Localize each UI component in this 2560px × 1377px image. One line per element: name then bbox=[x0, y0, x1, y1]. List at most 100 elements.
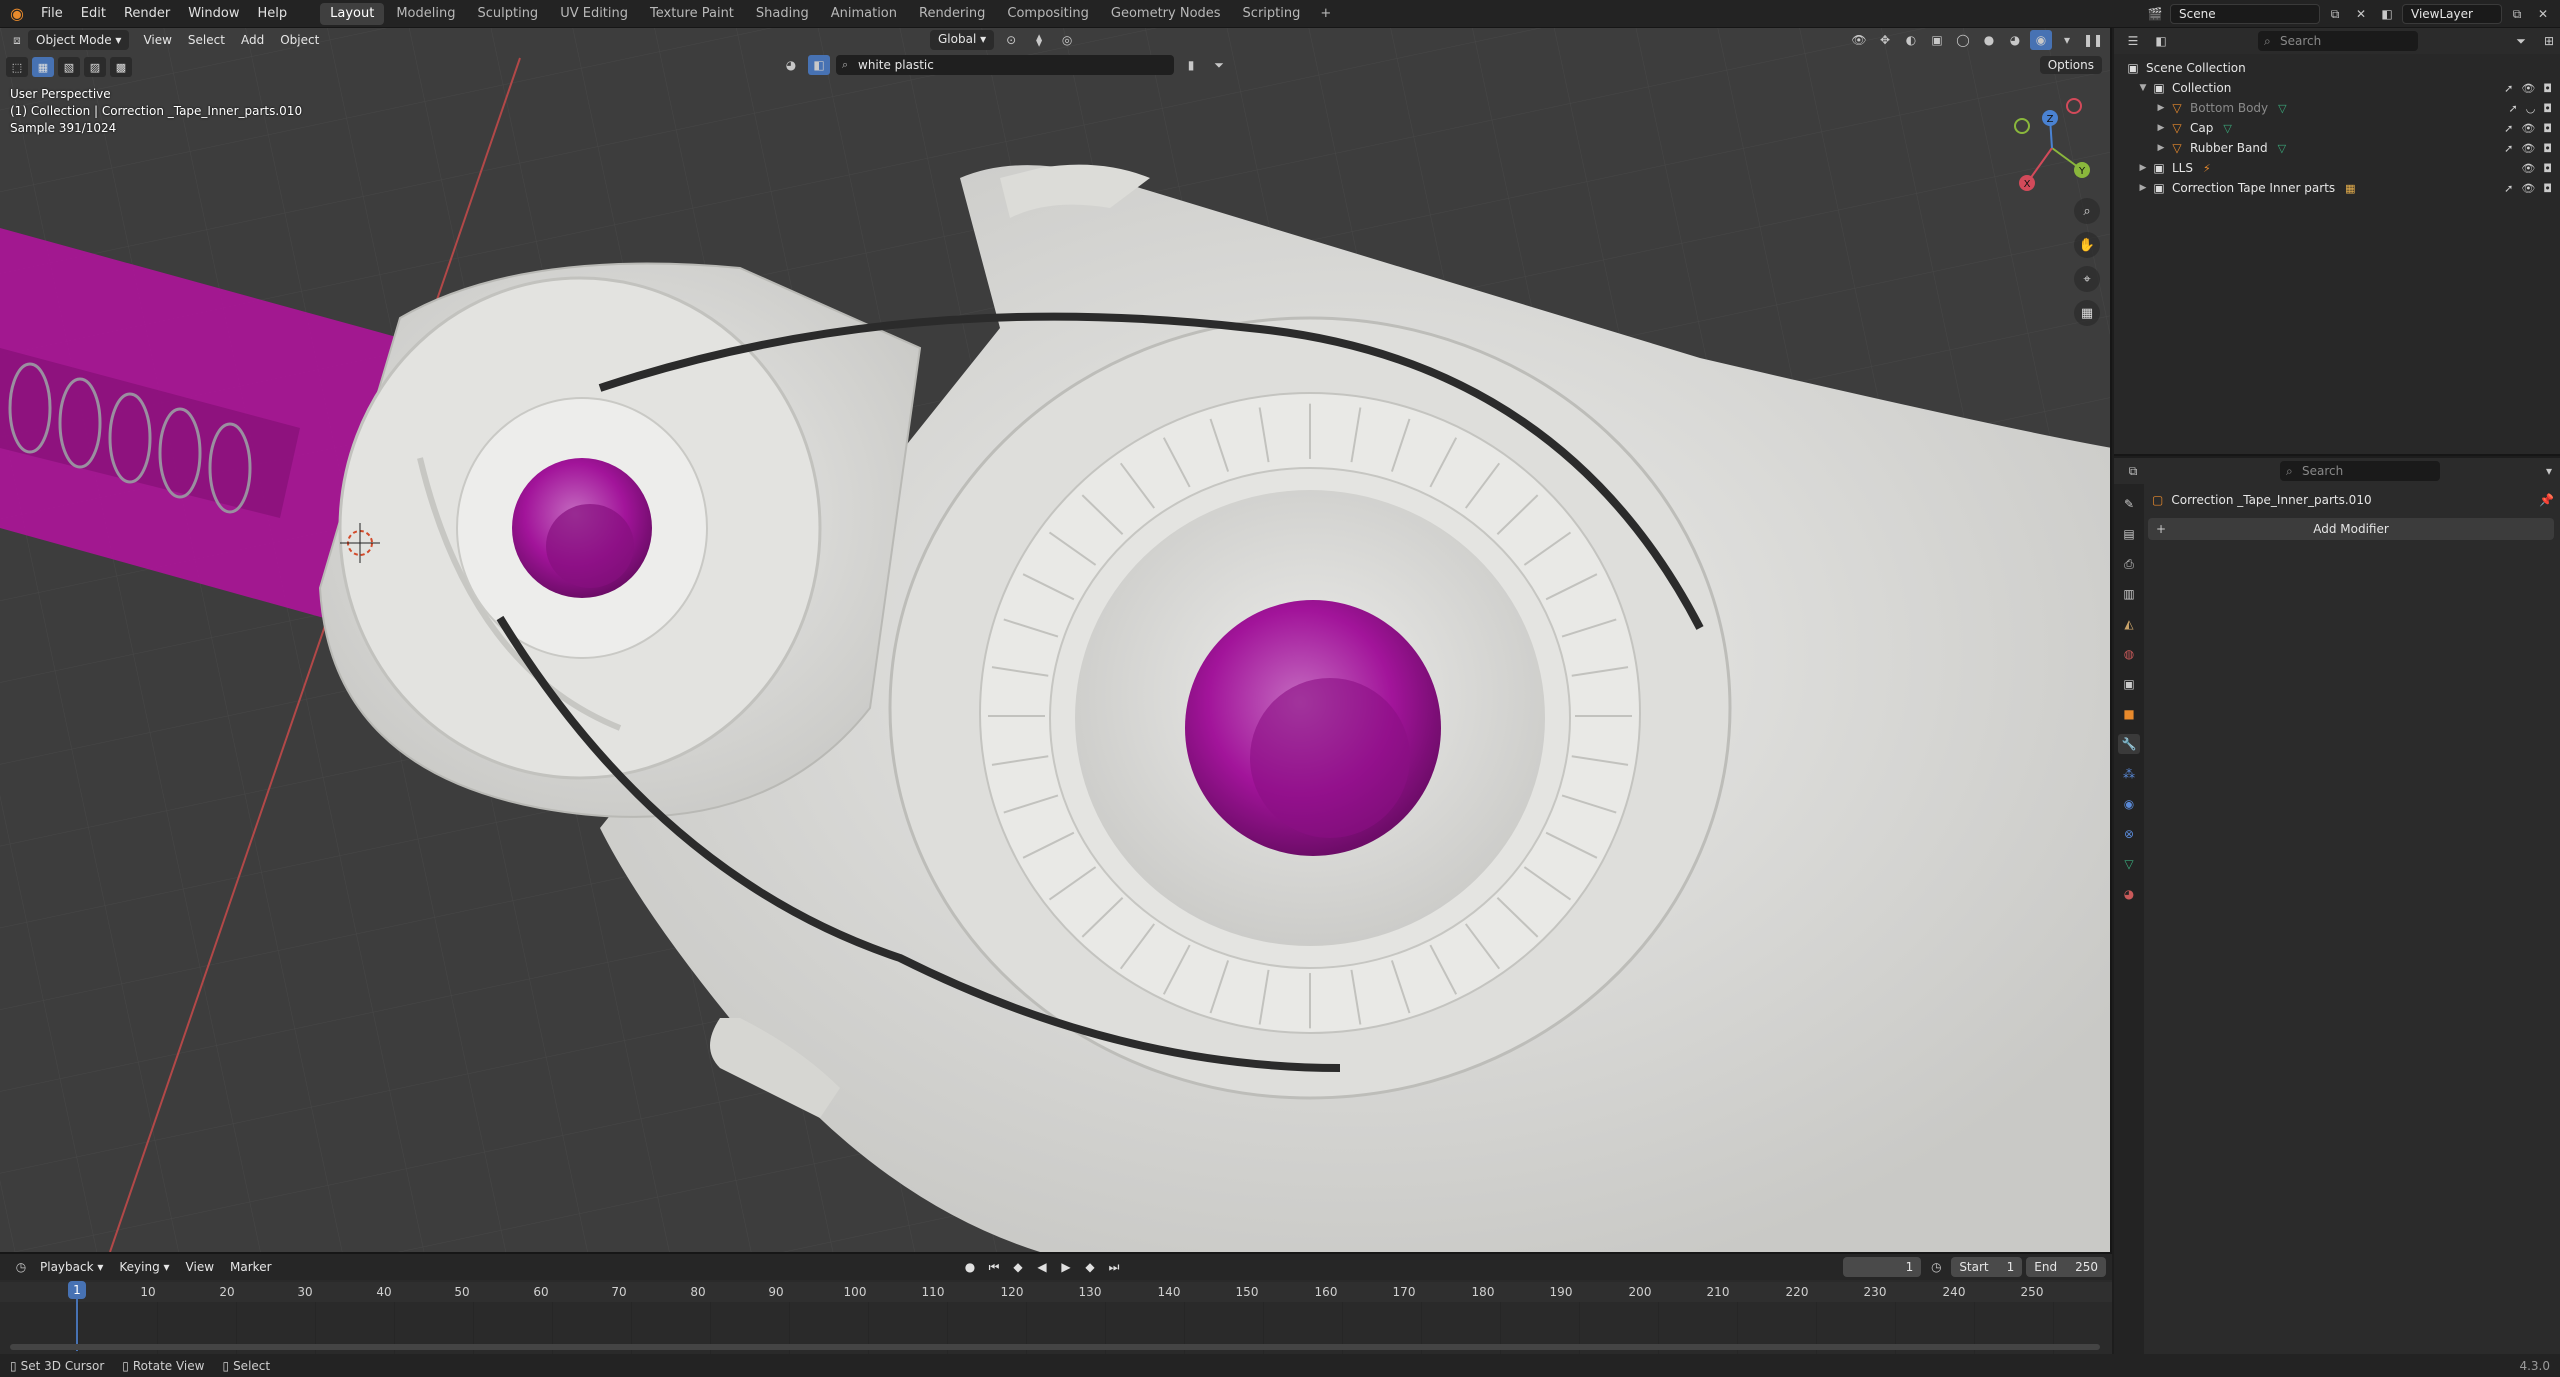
render-tab-icon[interactable]: ▤ bbox=[2118, 524, 2140, 544]
gizmo-neg-y-icon[interactable] bbox=[2014, 118, 2030, 134]
scene-tab-icon[interactable]: ◭ bbox=[2118, 614, 2140, 634]
filter-mode-icon[interactable]: ◧ bbox=[808, 55, 830, 75]
zoom-icon[interactable]: ⌕ bbox=[2074, 198, 2100, 224]
menu-render[interactable]: Render bbox=[115, 0, 179, 28]
expand-arrow-icon[interactable]: ▶ bbox=[2136, 163, 2150, 173]
ortho-toggle-icon[interactable]: ▦ bbox=[2074, 300, 2100, 326]
current-frame-field[interactable]: 1 bbox=[1843, 1257, 1922, 1277]
filter-icon[interactable]: ⏷ bbox=[1208, 55, 1230, 75]
tab-texture-paint[interactable]: Texture Paint bbox=[640, 3, 744, 25]
end-frame-field[interactable]: End 250 bbox=[2026, 1257, 2106, 1277]
data-tab-icon[interactable]: ▽ bbox=[2118, 854, 2140, 874]
delete-view-layer-icon[interactable]: ✕ bbox=[2532, 4, 2554, 24]
menu-edit[interactable]: Edit bbox=[72, 0, 115, 28]
tree-collection[interactable]: ▼ ▣ Collection ➚ 👁 ◘ bbox=[2114, 78, 2560, 98]
rendered-shading-icon[interactable]: ◉ bbox=[2030, 30, 2052, 50]
expand-arrow-icon[interactable]: ▶ bbox=[2154, 103, 2168, 113]
view-layer-tab-icon[interactable]: ▥ bbox=[2118, 584, 2140, 604]
delete-scene-icon[interactable]: ✕ bbox=[2350, 4, 2372, 24]
snap-icon[interactable]: ⧫ bbox=[1028, 30, 1050, 50]
solid-shading-icon[interactable]: ● bbox=[1978, 30, 2000, 50]
properties-search-input[interactable]: ⌕ Search bbox=[2280, 461, 2440, 481]
menu-help[interactable]: Help bbox=[249, 0, 297, 28]
add-modifier-button[interactable]: + Add Modifier bbox=[2148, 518, 2554, 540]
tab-geometry-nodes[interactable]: Geometry Nodes bbox=[1101, 3, 1231, 25]
tab-sculpting[interactable]: Sculpting bbox=[467, 3, 548, 25]
material-tab-icon[interactable]: ◕ bbox=[2118, 884, 2140, 904]
add-workspace-button[interactable]: + bbox=[1312, 6, 1339, 21]
physics-tab-icon[interactable]: ◉ bbox=[2118, 794, 2140, 814]
scene-selector[interactable]: Scene bbox=[2170, 4, 2320, 24]
collection-tab-icon[interactable]: ▣ bbox=[2118, 674, 2140, 694]
constraints-tab-icon[interactable]: ⊗ bbox=[2118, 824, 2140, 844]
view-layer-selector[interactable]: ViewLayer bbox=[2402, 4, 2502, 24]
eye-icon[interactable]: 👁 bbox=[2521, 82, 2535, 95]
visibility-icon[interactable]: 👁 bbox=[1848, 30, 1870, 50]
playhead[interactable]: 1 bbox=[68, 1281, 86, 1299]
timeline-scrollbar[interactable] bbox=[10, 1344, 2100, 1350]
camera-icon[interactable]: ◘ bbox=[2543, 142, 2552, 155]
select-arrow-icon[interactable]: ➚ bbox=[2504, 142, 2513, 155]
collapse-arrow-icon[interactable]: ▼ bbox=[2136, 83, 2150, 93]
menu-file[interactable]: File bbox=[32, 0, 72, 28]
tab-compositing[interactable]: Compositing bbox=[997, 3, 1099, 25]
tab-animation[interactable]: Animation bbox=[821, 3, 907, 25]
world-tab-icon[interactable]: ◍ bbox=[2118, 644, 2140, 664]
new-scene-icon[interactable]: ⧉ bbox=[2324, 4, 2346, 24]
pin-icon[interactable]: 📌 bbox=[2539, 493, 2554, 507]
camera-icon[interactable]: ◘ bbox=[2543, 82, 2552, 95]
select-arrow-icon[interactable]: ➚ bbox=[2504, 122, 2513, 135]
camera-icon[interactable]: ◘ bbox=[2543, 162, 2552, 175]
eye-closed-icon[interactable]: ◡ bbox=[2526, 102, 2536, 115]
start-frame-field[interactable]: Start 1 bbox=[1951, 1257, 2023, 1277]
tab-shading[interactable]: Shading bbox=[746, 3, 819, 25]
options-button[interactable]: Options bbox=[2039, 56, 2102, 74]
shading-options-icon[interactable]: ▾ bbox=[2056, 30, 2078, 50]
gizmo-toggle-icon[interactable]: ✥ bbox=[1874, 30, 1896, 50]
particles-tab-icon[interactable]: ⁂ bbox=[2118, 764, 2140, 784]
select-arrow-icon[interactable]: ➚ bbox=[2504, 182, 2513, 195]
pan-hand-icon[interactable]: ✋ bbox=[2074, 232, 2100, 258]
menu-object[interactable]: Object bbox=[272, 33, 327, 47]
new-view-layer-icon[interactable]: ⧉ bbox=[2506, 4, 2528, 24]
eye-icon[interactable]: 👁 bbox=[2521, 162, 2535, 175]
play-reverse-icon[interactable]: ◀ bbox=[1032, 1257, 1052, 1277]
transform-orientation[interactable]: Global ▾ bbox=[930, 30, 995, 50]
scene-icon[interactable]: 🎬 bbox=[2144, 4, 2166, 24]
camera-icon[interactable]: ◘ bbox=[2543, 102, 2552, 115]
outliner-search-input[interactable]: ⌕ Search bbox=[2258, 31, 2418, 51]
overlay-icon[interactable]: ◐ bbox=[1900, 30, 1922, 50]
eye-icon[interactable]: 👁 bbox=[2521, 142, 2535, 155]
outliner-filter-icon[interactable]: ⏷ bbox=[2510, 31, 2532, 51]
menu-marker[interactable]: Marker bbox=[222, 1260, 279, 1274]
output-tab-icon[interactable]: ⎙ bbox=[2118, 554, 2140, 574]
properties-editor-icon[interactable]: ⧉ bbox=[2122, 461, 2144, 481]
next-keyframe-icon[interactable]: ◆ bbox=[1080, 1257, 1100, 1277]
new-collection-icon[interactable]: ⊞ bbox=[2538, 31, 2560, 51]
menu-add[interactable]: Add bbox=[233, 33, 272, 47]
menu-view[interactable]: View bbox=[135, 33, 179, 47]
expand-arrow-icon[interactable]: ▶ bbox=[2154, 123, 2168, 133]
select-arrow-icon[interactable]: ➚ bbox=[2504, 82, 2513, 95]
pivot-icon[interactable]: ⊙ bbox=[1000, 30, 1022, 50]
tool-tab-icon[interactable]: ✎ bbox=[2118, 494, 2140, 514]
select-subtract-icon[interactable]: ▨ bbox=[84, 57, 106, 77]
jump-start-icon[interactable]: ⏮ bbox=[984, 1257, 1004, 1277]
menu-keying[interactable]: Keying ▾ bbox=[111, 1260, 177, 1274]
camera-icon[interactable]: ◘ bbox=[2543, 182, 2552, 195]
mode-selector[interactable]: Object Mode ▾ bbox=[28, 30, 130, 50]
object-tab-icon[interactable]: ■ bbox=[2118, 704, 2140, 724]
editor-type-icon[interactable]: ⧈ bbox=[6, 30, 28, 50]
select-arrow-icon[interactable]: ➚ bbox=[2508, 102, 2517, 115]
navigation-gizmo[interactable]: Y X Z bbox=[2002, 88, 2102, 208]
tree-cap[interactable]: ▶ ▽ Cap ▽ ➚ 👁 ◘ bbox=[2114, 118, 2560, 138]
tree-lls[interactable]: ▶ ▣ LLS ⚡ 👁 ◘ bbox=[2114, 158, 2560, 178]
menu-timeline-view[interactable]: View bbox=[178, 1260, 222, 1274]
blender-logo-icon[interactable]: ◉ bbox=[6, 3, 28, 25]
jump-end-icon[interactable]: ⏭ bbox=[1104, 1257, 1124, 1277]
tab-uv-editing[interactable]: UV Editing bbox=[550, 3, 638, 25]
tree-rubber-band[interactable]: ▶ ▽ Rubber Band ▽ ➚ 👁 ◘ bbox=[2114, 138, 2560, 158]
viewport-scene[interactable] bbox=[0, 28, 2112, 1252]
eye-icon[interactable]: 👁 bbox=[2521, 122, 2535, 135]
record-icon[interactable]: ● bbox=[960, 1257, 980, 1277]
